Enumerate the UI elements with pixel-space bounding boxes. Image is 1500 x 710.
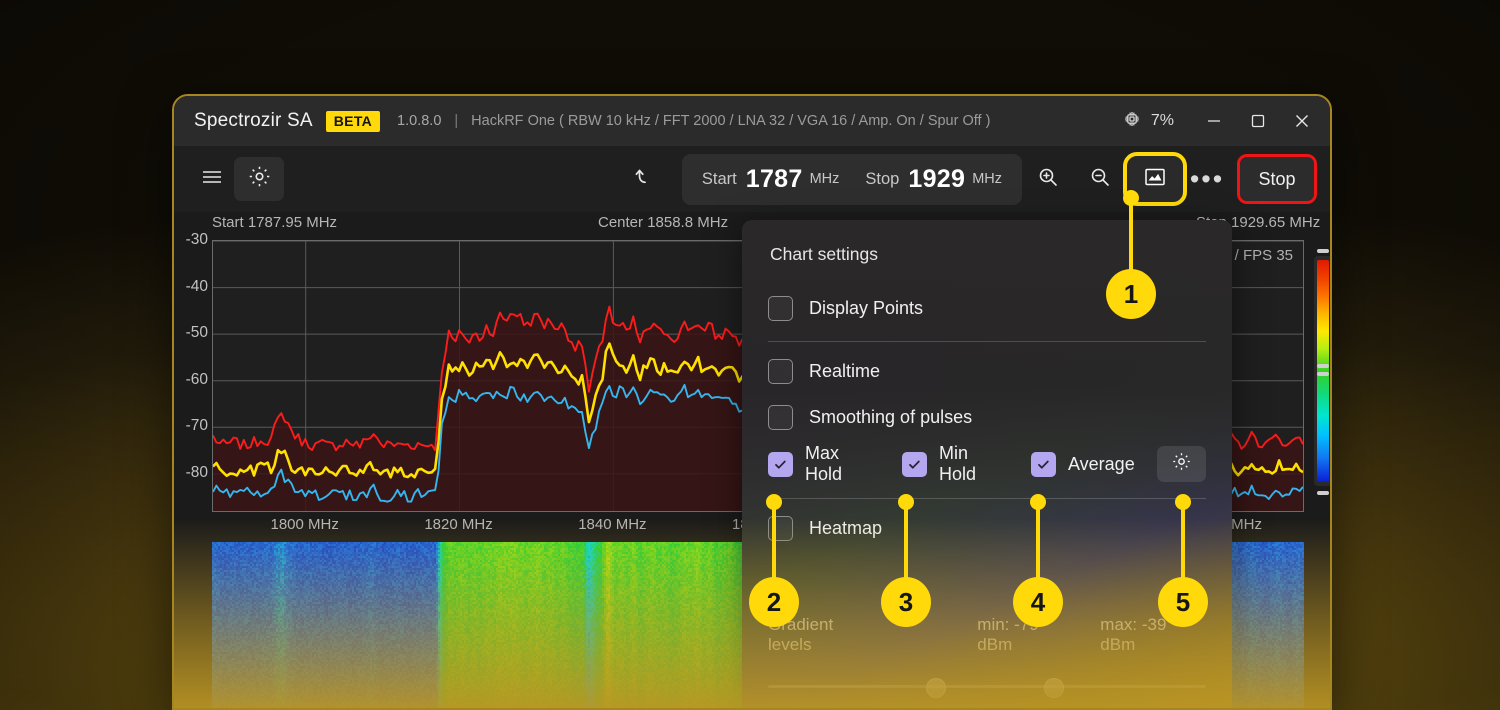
y-axis-labels: -30 -40 -50 -60 -70 -80 [174, 231, 210, 512]
gradient-levels-row: Gradient levels min: -79 dBm max: -39 dB… [768, 615, 1206, 655]
panel-divider-1 [768, 341, 1206, 342]
gradient-levels-label: Gradient levels [768, 615, 834, 654]
stop-freq-label: Stop [865, 169, 900, 188]
start-freq-value[interactable]: 1787 [746, 165, 803, 194]
titlebar-right-group: 7% [1121, 102, 1324, 140]
title-bar: Spectrozir SA BETA 1.0.8.0 | HackRF One … [174, 96, 1330, 146]
zoom-in-button[interactable] [1022, 157, 1074, 201]
cpu-usage-indicator: 7% [1121, 108, 1174, 135]
chart-settings-button[interactable] [1123, 152, 1187, 206]
color-scale-mid-handle-2[interactable] [1317, 372, 1329, 376]
minimize-button[interactable] [1192, 102, 1236, 140]
realtime-checkbox[interactable] [768, 358, 793, 384]
main-toolbar: Start 1787 MHz Stop 1929 MHz ••• Stop [174, 146, 1330, 212]
smoothing-row[interactable]: Smoothing of pulses [768, 394, 1206, 440]
y-axis-tick: -70 [185, 417, 208, 435]
maximize-button[interactable] [1236, 102, 1280, 140]
panel-divider-2 [768, 498, 1206, 499]
app-title: Spectrozir SA [194, 110, 313, 131]
realtime-label: Realtime [809, 360, 881, 381]
color-scale-gradient [1317, 260, 1329, 482]
color-scale-top-handle[interactable] [1317, 249, 1329, 253]
stop-button[interactable]: Stop [1237, 154, 1317, 204]
x-axis-tick: 1820 MHz [424, 516, 493, 533]
slider-max-knob[interactable] [1043, 678, 1064, 698]
max-hold-checkbox[interactable] [768, 451, 793, 477]
average-label: Average [1067, 453, 1135, 474]
gear-icon [247, 164, 272, 194]
heatmap-label: Heatmap [809, 517, 883, 538]
beta-badge: BETA [325, 110, 381, 132]
hold-settings-button[interactable] [1156, 446, 1206, 482]
minimize-icon [1205, 112, 1223, 130]
heatmap-row[interactable]: Heatmap [768, 505, 1206, 551]
slider-track [768, 685, 1206, 688]
color-scale-mid-handle[interactable] [1317, 364, 1329, 368]
gradient-min-label: min: -79 dBm [977, 615, 1039, 654]
min-hold-checkbox[interactable] [901, 451, 927, 477]
y-axis-tick: -80 [185, 463, 208, 481]
zoom-in-icon [1035, 164, 1061, 195]
cpu-chip-icon [1121, 108, 1143, 135]
display-points-checkbox[interactable] [768, 295, 793, 321]
chart-icon [1142, 164, 1168, 195]
settings-button[interactable] [234, 157, 284, 201]
heatmap-color-scale[interactable] [1314, 249, 1330, 495]
app-window: Spectrozir SA BETA 1.0.8.0 | HackRF One … [172, 94, 1332, 710]
smoothing-label: Smoothing of pulses [809, 406, 973, 427]
screenshot-stage: Spectrozir SA BETA 1.0.8.0 | HackRF One … [0, 0, 1500, 710]
hamburger-menu-button[interactable] [190, 157, 234, 201]
y-axis-tick: -60 [185, 370, 208, 388]
undo-button[interactable] [620, 157, 668, 201]
display-points-label: Display Points [809, 297, 924, 318]
display-points-row[interactable]: Display Points [768, 285, 1206, 331]
stop-freq-value[interactable]: 1929 [908, 165, 965, 194]
hamburger-menu-icon [199, 164, 225, 195]
y-axis-tick: -50 [185, 324, 208, 342]
undo-arrow-icon [631, 164, 657, 195]
x-axis-tick: 1800 MHz [270, 516, 339, 533]
gradient-max-label: max: -39 dBm [1100, 615, 1167, 654]
gear-icon [1171, 451, 1192, 477]
close-icon [1292, 111, 1312, 131]
max-hold-label: Max Hold [805, 443, 843, 484]
cpu-usage-value: 7% [1150, 112, 1174, 129]
slider-min-knob[interactable] [925, 678, 946, 698]
title-separator: | [454, 113, 459, 129]
more-options-button[interactable]: ••• [1184, 157, 1230, 201]
hold-options-row: Max Hold Min Hold Average [768, 440, 1206, 488]
panel-title: Chart settings [770, 244, 878, 264]
realtime-row[interactable]: Realtime [768, 348, 1206, 394]
color-scale-bottom-handle[interactable] [1317, 491, 1329, 495]
zoom-out-button[interactable] [1074, 157, 1126, 201]
y-axis-tick: -30 [185, 231, 208, 248]
x-axis-tick: 1840 MHz [578, 516, 647, 533]
version-label: 1.0.8.0 [397, 113, 442, 129]
start-freq-unit: MHz [809, 171, 840, 187]
gradient-range-slider[interactable] [768, 673, 1206, 701]
chart-start-label: Start 1787.95 MHz [212, 214, 338, 231]
average-checkbox[interactable] [1030, 451, 1056, 477]
start-freq-label: Start [701, 169, 737, 188]
frequency-range-input[interactable]: Start 1787 MHz Stop 1929 MHz [681, 153, 1022, 205]
maximize-icon [1249, 112, 1267, 130]
close-button[interactable] [1280, 102, 1324, 140]
stop-freq-unit: MHz [972, 171, 1002, 187]
chart-center-label: Center 1858.8 MHz [598, 214, 729, 231]
heatmap-checkbox[interactable] [768, 515, 793, 541]
chart-settings-panel: Chart settings Display Points Realtime S… [742, 220, 1232, 708]
min-hold-label: Min Hold [938, 443, 976, 484]
smoothing-checkbox[interactable] [768, 404, 793, 430]
device-info-label: HackRF One ( RBW 10 kHz / FFT 2000 / LNA… [471, 113, 991, 129]
y-axis-tick: -40 [185, 277, 208, 295]
zoom-out-icon [1087, 164, 1113, 195]
